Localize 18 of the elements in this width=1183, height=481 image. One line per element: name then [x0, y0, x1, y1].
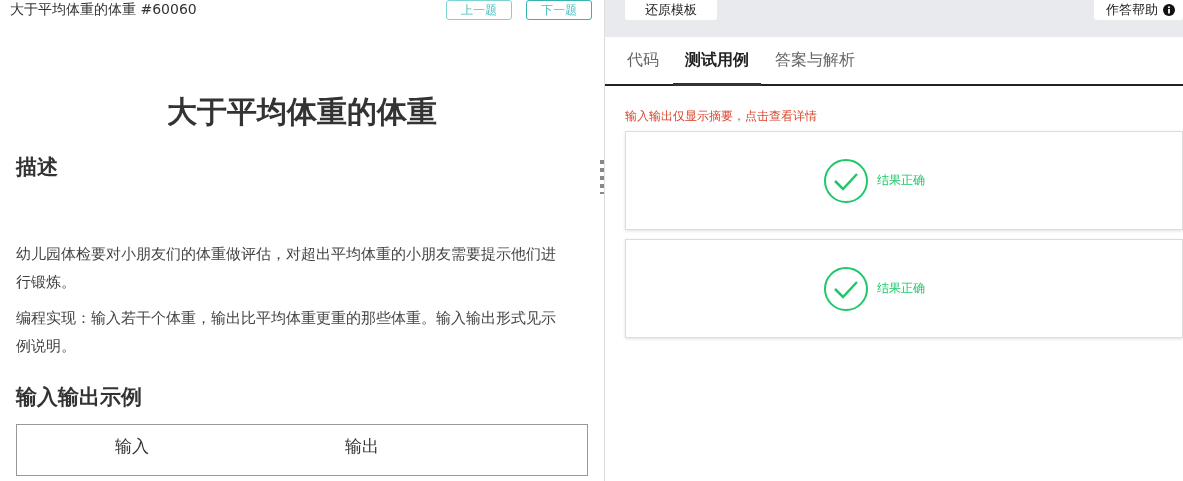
- tab[interactable]: 代码: [615, 37, 671, 86]
- tab[interactable]: 测试用例: [673, 37, 761, 86]
- result-text: 结果正确: [877, 280, 925, 297]
- column-header: 输入: [115, 435, 149, 458]
- result-text: 结果正确: [877, 172, 925, 189]
- hint-text: 输入输出仅显示摘要，点击查看详情: [625, 108, 818, 125]
- description-text: 幼儿园体检要对小朋友们的体重做评估，对超出平均体重的小朋友需要提示他们进行锻炼。: [16, 244, 557, 293]
- help-button[interactable]: 作答帮助: [1094, 0, 1183, 20]
- problem-title: 大于平均体重的体重 #60060: [10, 0, 197, 17]
- description-text: 编程实现：输入若干个体重，输出比平均体重更重的那些体重。输入输出形式见示例说明。: [16, 308, 557, 357]
- section-heading: 描述: [16, 154, 59, 181]
- problem-heading: 大于平均体重的体重: [166, 93, 438, 131]
- section-heading: 输入输出示例: [16, 384, 143, 411]
- reset-template-button[interactable]: 还原模板: [625, 0, 717, 20]
- drag-handle-icon[interactable]: [600, 160, 604, 194]
- tab[interactable]: 答案与解析: [763, 37, 867, 86]
- column-header: 输出: [345, 435, 379, 458]
- info-icon: [1163, 4, 1175, 16]
